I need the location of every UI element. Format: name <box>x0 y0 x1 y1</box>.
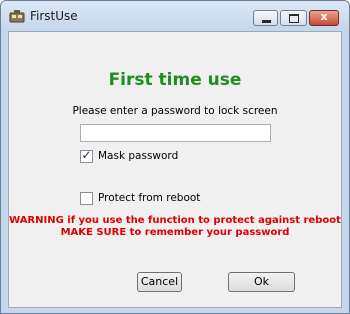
page-title: First time use <box>108 70 242 90</box>
password-input[interactable] <box>80 124 271 142</box>
ok-button[interactable]: Ok <box>228 272 295 292</box>
protect-reboot-label[interactable]: Protect from reboot <box>98 192 200 204</box>
warning-line-2: MAKE SURE to remember your password <box>60 227 290 238</box>
close-button[interactable]: x <box>309 10 339 26</box>
warning-text: WARNING if you use the function to prote… <box>9 215 341 239</box>
close-icon: x <box>320 10 328 23</box>
cancel-button[interactable]: Cancel <box>137 272 182 292</box>
maximize-icon <box>289 14 299 23</box>
title-bar[interactable]: FirstUse x <box>1 1 349 31</box>
protect-reboot-checkbox[interactable] <box>80 192 93 205</box>
warning-line-1: WARNING if you use the function to prote… <box>9 215 341 226</box>
app-icon <box>9 10 25 23</box>
minimize-button[interactable] <box>253 10 278 26</box>
maximize-button[interactable] <box>280 10 307 26</box>
mask-password-checkbox[interactable]: ✓ <box>80 148 93 163</box>
dialog-body: First time use Please enter a password t… <box>8 31 342 308</box>
minimize-icon <box>262 20 271 23</box>
firstuse-window: FirstUse x First time use Please enter a… <box>0 0 350 314</box>
window-title: FirstUse <box>30 9 78 23</box>
mask-password-label[interactable]: Mask password <box>98 150 178 162</box>
checkmark-icon: ✓ <box>81 148 92 162</box>
password-prompt: Please enter a password to lock screen <box>72 105 278 117</box>
